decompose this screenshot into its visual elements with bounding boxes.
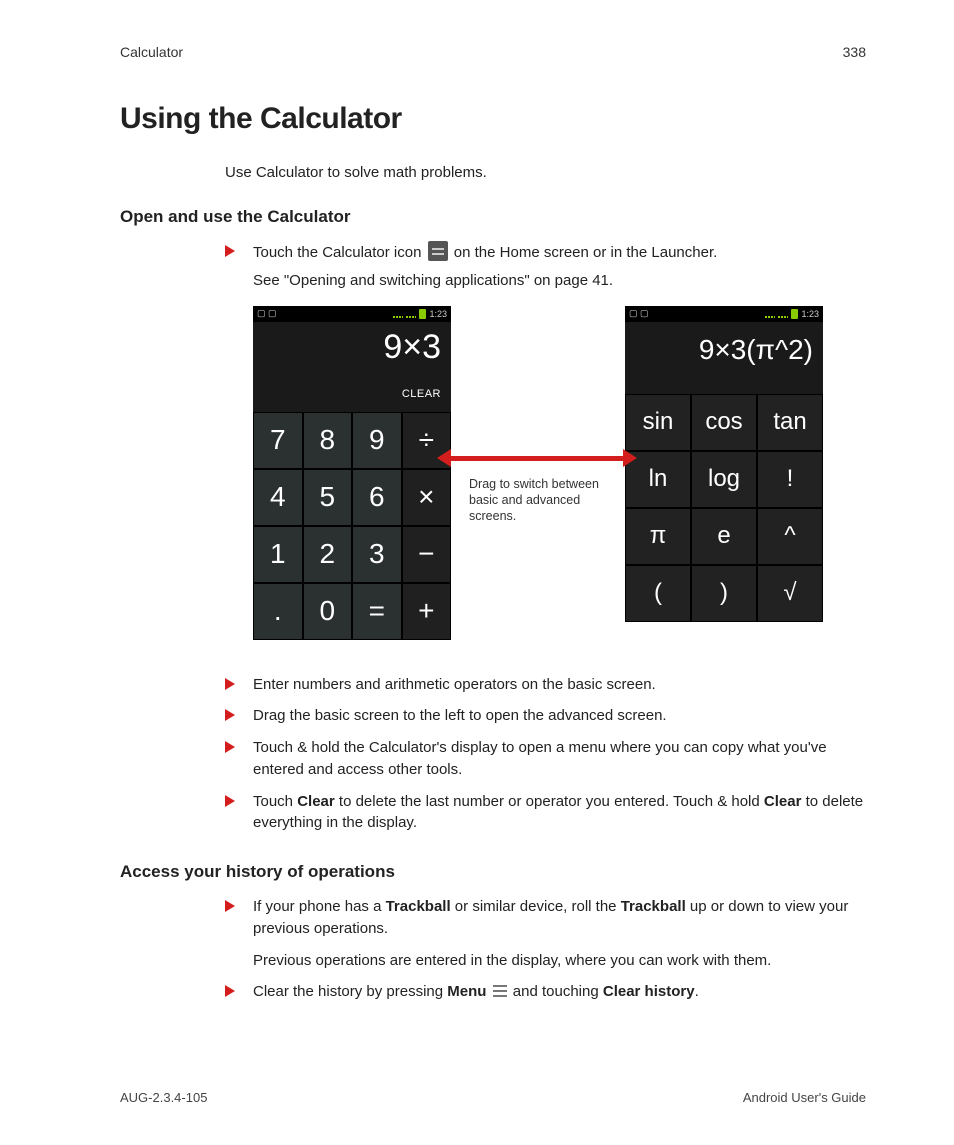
bullet-icon bbox=[225, 900, 235, 912]
list-item: Touch Clear to delete the last number or… bbox=[225, 791, 866, 835]
text: Clear the history by pressing bbox=[253, 983, 447, 1000]
text: Enter numbers and arithmetic operators o… bbox=[253, 676, 656, 693]
doc-title: Android User's Guide bbox=[743, 1090, 866, 1105]
doc-id: AUG-2.3.4-105 bbox=[120, 1090, 207, 1105]
page-title: Using the Calculator bbox=[120, 102, 866, 136]
bullet-icon bbox=[225, 245, 235, 257]
phone-basic-screenshot: ▢ ▢ 1:23 9×3 CLEAR 789÷456×123−.0=+ bbox=[253, 306, 451, 640]
text: to delete the last number or operator yo… bbox=[335, 793, 764, 810]
double-arrow-icon bbox=[441, 449, 633, 467]
list-item: Touch the Calculator icon on the Home sc… bbox=[225, 241, 866, 292]
calc-key: log bbox=[691, 451, 757, 508]
calculator-app-icon bbox=[428, 241, 448, 261]
calc-display: 9×3 bbox=[253, 322, 451, 388]
menu-icon bbox=[493, 985, 507, 997]
status-bar: ▢ ▢ 1:23 bbox=[625, 306, 823, 322]
text: . bbox=[695, 983, 699, 1000]
intro-text: Use Calculator to solve math problems. bbox=[225, 164, 866, 181]
section-heading: Access your history of operations bbox=[120, 862, 866, 882]
text: Touch & hold the Calculator's display to… bbox=[253, 739, 827, 778]
calc-display: 9×3(π^2) bbox=[625, 322, 823, 394]
page-number: 338 bbox=[843, 44, 866, 60]
text-bold: Clear bbox=[297, 793, 335, 810]
header-section: Calculator bbox=[120, 44, 183, 60]
list-item: Touch & hold the Calculator's display to… bbox=[225, 737, 866, 781]
calc-key: 2 bbox=[303, 526, 353, 583]
list-item: If your phone has a Trackball or similar… bbox=[225, 896, 866, 971]
calc-key: ( bbox=[625, 565, 691, 622]
calc-key: × bbox=[402, 469, 452, 526]
calc-key: + bbox=[402, 583, 452, 640]
clear-button: CLEAR bbox=[253, 388, 451, 412]
bullet-icon bbox=[225, 709, 235, 721]
text: Drag the basic screen to the left to ope… bbox=[253, 707, 667, 724]
list-item: Drag the basic screen to the left to ope… bbox=[225, 705, 866, 727]
bullet-icon bbox=[225, 985, 235, 997]
figure-annotation: Drag to switch between basic and advance… bbox=[469, 476, 609, 525]
calc-key: 5 bbox=[303, 469, 353, 526]
status-time: 1:23 bbox=[801, 309, 819, 319]
calc-key: e bbox=[691, 508, 757, 565]
text: Touch bbox=[253, 793, 297, 810]
status-time: 1:23 bbox=[429, 309, 447, 319]
calc-key: 9 bbox=[352, 412, 402, 469]
text-bold: Clear bbox=[764, 793, 802, 810]
calc-key: 4 bbox=[253, 469, 303, 526]
screenshot-figure: ▢ ▢ 1:23 9×3 CLEAR 789÷456×123−.0=+ ▢ ▢ … bbox=[225, 306, 866, 654]
calc-key: tan bbox=[757, 394, 823, 451]
calc-key: 7 bbox=[253, 412, 303, 469]
bullet-icon bbox=[225, 741, 235, 753]
calc-key: 0 bbox=[303, 583, 353, 640]
calc-key: ) bbox=[691, 565, 757, 622]
page-header: Calculator 338 bbox=[120, 44, 866, 60]
section-heading: Open and use the Calculator bbox=[120, 207, 866, 227]
calc-key: 1 bbox=[253, 526, 303, 583]
calc-key: ^ bbox=[757, 508, 823, 565]
status-bar: ▢ ▢ 1:23 bbox=[253, 306, 451, 322]
calc-key: π bbox=[625, 508, 691, 565]
text: on the Home screen or in the Launcher. bbox=[454, 244, 718, 261]
list-item: Enter numbers and arithmetic operators o… bbox=[225, 674, 866, 696]
calc-key: . bbox=[253, 583, 303, 640]
bullet-icon bbox=[225, 795, 235, 807]
text: Touch the Calculator icon bbox=[253, 244, 426, 261]
text: and touching bbox=[513, 983, 603, 1000]
text: Previous operations are entered in the d… bbox=[253, 950, 866, 972]
text: If your phone has a bbox=[253, 898, 386, 915]
bullet-icon bbox=[225, 678, 235, 690]
calc-key: ! bbox=[757, 451, 823, 508]
text-bold: Clear history bbox=[603, 983, 695, 1000]
calc-key: cos bbox=[691, 394, 757, 451]
calc-key: − bbox=[402, 526, 452, 583]
text: See "Opening and switching applications"… bbox=[253, 270, 866, 292]
text: or similar device, roll the bbox=[451, 898, 621, 915]
calc-key: 8 bbox=[303, 412, 353, 469]
text-bold: Trackball bbox=[386, 898, 451, 915]
calc-key: sin bbox=[625, 394, 691, 451]
calc-key: √ bbox=[757, 565, 823, 622]
text-bold: Menu bbox=[447, 983, 486, 1000]
calc-key: 3 bbox=[352, 526, 402, 583]
calc-key: = bbox=[352, 583, 402, 640]
calc-key: 6 bbox=[352, 469, 402, 526]
phone-advanced-screenshot: ▢ ▢ 1:23 9×3(π^2) sincostanlnlog!πe^()√ bbox=[625, 306, 823, 622]
text-bold: Trackball bbox=[621, 898, 686, 915]
page-footer: AUG-2.3.4-105 Android User's Guide bbox=[120, 1090, 866, 1105]
list-item: Clear the history by pressing Menu and t… bbox=[225, 981, 866, 1003]
